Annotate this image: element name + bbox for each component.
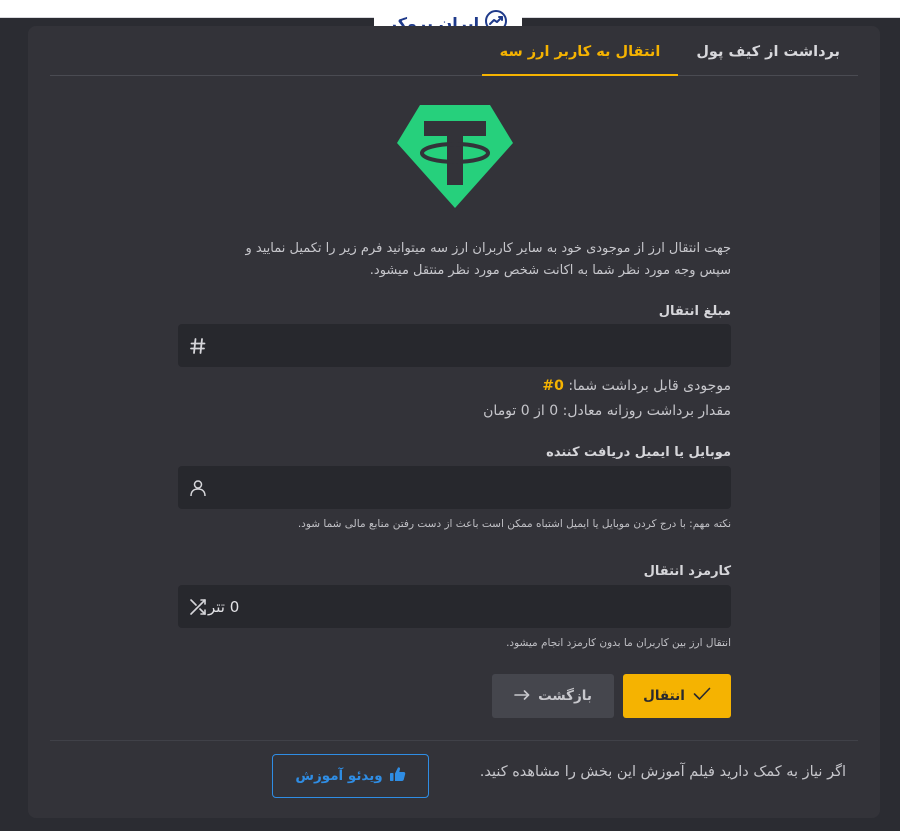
- arrow-right-icon: [514, 688, 530, 704]
- check-icon: [693, 687, 711, 705]
- thumbs-up-icon: [389, 766, 406, 786]
- tether-logo-icon: [397, 105, 513, 208]
- amount-input[interactable]: [208, 324, 719, 367]
- hash-icon: [188, 336, 208, 356]
- fee-note: انتقال ارز بین کاربران ما بدون کارمزد ان…: [506, 637, 731, 649]
- tab-bar: برداشت از کیف پول انتقال به کاربر ارز سه: [50, 26, 858, 76]
- fee-value: 0 تتر: [208, 597, 240, 616]
- user-icon: [188, 478, 208, 498]
- tab-withdraw-wallet[interactable]: برداشت از کیف پول: [678, 25, 858, 75]
- recipient-note: نکته مهم: با درج کردن موبایل یا ایمیل اش…: [297, 518, 731, 530]
- video-tutorial-button[interactable]: ویدئو آموزش: [272, 754, 429, 798]
- help-text: اگر نیاز به کمک دارید فیلم آموزش این بخش…: [479, 764, 846, 780]
- amount-label: مبلغ انتقال: [658, 304, 731, 319]
- back-button[interactable]: بازگشت: [492, 674, 614, 718]
- recipient-label: موبایل یا ایمیل دریافت کننده: [546, 445, 731, 460]
- fee-label: کارمزد انتقال: [643, 564, 731, 579]
- tab-transfer-user[interactable]: انتقال به کاربر ارز سه: [481, 26, 679, 76]
- recipient-field[interactable]: [178, 466, 731, 509]
- amount-field[interactable]: [178, 324, 731, 367]
- shuffle-icon: [188, 597, 208, 617]
- recipient-input[interactable]: [208, 466, 719, 509]
- daily-limit: مقدار برداشت روزانه معادل: 0 از 0 تومان: [483, 403, 731, 419]
- transfer-card: برداشت از کیف پول انتقال به کاربر ارز سه…: [28, 26, 880, 818]
- transfer-button[interactable]: انتقال: [623, 674, 731, 718]
- intro-text: جهت انتقال ارز از موجودی خود به سایر کار…: [245, 241, 731, 278]
- balance-line: موجودی قابل برداشت شما: 0#: [542, 378, 731, 394]
- fee-field: 0 تتر: [178, 585, 731, 628]
- balance-value: 0#: [542, 378, 564, 394]
- divider: [50, 740, 858, 741]
